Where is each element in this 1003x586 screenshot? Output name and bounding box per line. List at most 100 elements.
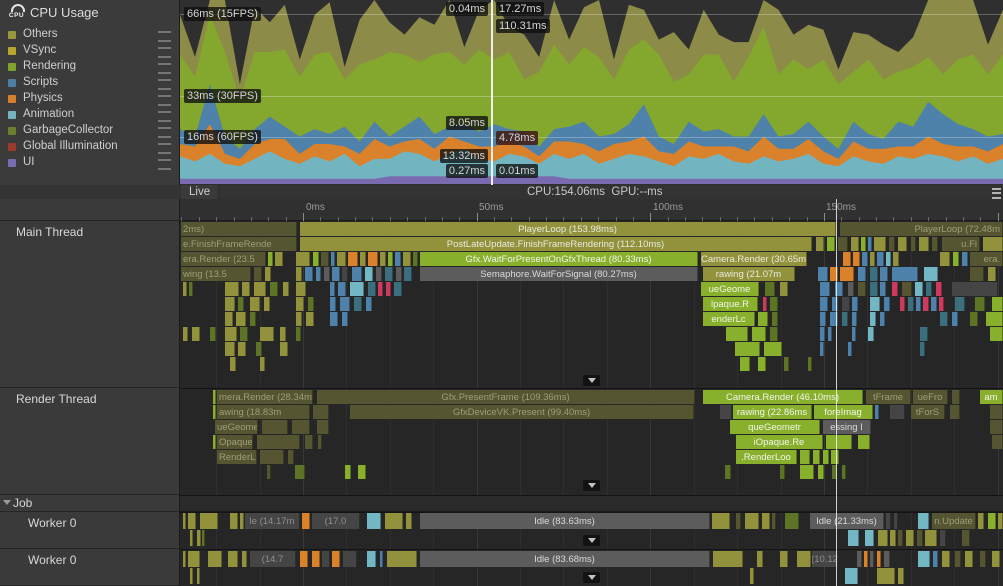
profiler-span[interactable]	[385, 513, 403, 529]
profiler-span[interactable]	[225, 282, 239, 296]
profiler-span[interactable]	[288, 450, 294, 464]
profiler-span[interactable]	[890, 530, 896, 546]
profiler-span[interactable]	[920, 342, 925, 356]
expand-arrow-button[interactable]	[583, 480, 600, 491]
profiler-span[interactable]: tForS	[911, 405, 945, 419]
timeline-track-area[interactable]: 0ms50ms100ms150ms2ms)PlayerLoop (153.98m…	[180, 199, 1003, 586]
profiler-span[interactable]: enderLc	[703, 312, 755, 326]
profiler-span[interactable]	[884, 297, 890, 311]
profiler-span[interactable]	[368, 282, 376, 296]
profiler-span[interactable]: Semaphore.WaitForSignal (80.27ms)	[420, 267, 698, 281]
profiler-span[interactable]	[962, 252, 968, 266]
profiler-span[interactable]	[898, 530, 903, 546]
profiler-span[interactable]	[762, 513, 770, 529]
profiler-span[interactable]	[305, 267, 313, 281]
profiler-span[interactable]	[758, 312, 768, 326]
profiler-span[interactable]	[200, 513, 218, 529]
profiler-span[interactable]	[877, 551, 881, 567]
profiler-span[interactable]	[332, 551, 340, 567]
profiler-span[interactable]	[337, 252, 346, 266]
profiler-span[interactable]	[892, 267, 918, 281]
profiler-span[interactable]	[785, 513, 799, 529]
profiler-span[interactable]	[820, 312, 826, 326]
profiler-span[interactable]	[257, 435, 300, 449]
profiler-span[interactable]	[210, 327, 216, 341]
profiler-span[interactable]	[886, 513, 891, 529]
selected-frame-line[interactable]	[491, 0, 493, 185]
profiler-span[interactable]	[992, 297, 1003, 311]
profiler-span[interactable]: Camera.Render (30.65m	[701, 252, 807, 266]
profiler-span[interactable]	[870, 252, 875, 266]
profiler-span[interactable]	[894, 513, 898, 529]
profiler-span[interactable]	[953, 252, 959, 266]
profiler-span[interactable]	[230, 357, 236, 371]
profiler-span[interactable]	[848, 282, 854, 296]
profiler-span[interactable]	[870, 267, 878, 281]
profiler-span[interactable]	[838, 237, 848, 251]
profiler-span[interactable]	[313, 252, 319, 266]
profiler-span[interactable]: u.Fi	[942, 237, 980, 251]
profiler-span[interactable]	[280, 342, 288, 356]
profiler-span[interactable]	[330, 282, 335, 296]
profiler-span[interactable]	[764, 342, 782, 356]
profiler-span[interactable]	[306, 312, 314, 326]
profiler-span[interactable]	[296, 312, 302, 326]
profiler-span[interactable]	[861, 237, 866, 251]
profiler-span[interactable]: PostLateUpdate.FinishFrameRendering (112…	[300, 237, 812, 251]
profiler-span[interactable]	[800, 465, 814, 479]
profiler-span[interactable]	[970, 267, 984, 281]
profiler-span[interactable]	[988, 267, 996, 281]
legend-item[interactable]: Rendering	[0, 59, 179, 75]
profiler-span[interactable]	[990, 420, 1003, 434]
profiler-span[interactable]	[242, 551, 247, 567]
profiler-span[interactable]	[312, 551, 320, 567]
profiler-span[interactable]: era.Render (23.5	[181, 252, 266, 266]
profiler-span[interactable]	[875, 405, 879, 419]
profiler-span[interactable]	[780, 282, 788, 296]
profiler-span[interactable]: 2ms)	[181, 222, 297, 236]
profiler-span[interactable]: Idle (83.68ms)	[420, 551, 710, 567]
profiler-span[interactable]	[911, 237, 916, 251]
profiler-span[interactable]	[990, 327, 1003, 341]
profiler-span[interactable]	[831, 450, 839, 464]
profiler-span[interactable]	[225, 327, 237, 341]
profiler-span[interactable]	[260, 357, 265, 371]
profiler-span[interactable]	[183, 282, 187, 296]
profiler-span[interactable]	[343, 551, 357, 567]
profiler-span[interactable]: iOpaque.Re	[736, 435, 823, 449]
profiler-span[interactable]	[305, 435, 313, 449]
profiler-span[interactable]	[225, 312, 233, 326]
profiler-span[interactable]	[270, 282, 278, 296]
profiler-span[interactable]	[772, 312, 778, 326]
legend-item[interactable]: GarbageCollector	[0, 123, 179, 139]
profiler-span[interactable]: rawing (22.86ms	[733, 405, 812, 419]
profiler-span[interactable]	[898, 237, 907, 251]
profiler-span[interactable]	[851, 237, 859, 251]
profiler-span[interactable]	[720, 405, 732, 419]
profiler-span[interactable]: Gfx.PresentFrame (109.36ms)	[317, 390, 695, 404]
profiler-span[interactable]	[983, 237, 1003, 251]
profiler-span[interactable]	[713, 551, 743, 567]
profiler-span[interactable]	[225, 342, 235, 356]
profiler-span[interactable]	[758, 357, 766, 371]
profiler-span[interactable]	[978, 513, 984, 529]
time-ruler[interactable]: 0ms50ms100ms150ms	[180, 199, 1003, 221]
profiler-span[interactable]	[230, 513, 238, 529]
profiler-span[interactable]	[886, 252, 891, 266]
profiler-span[interactable]	[926, 282, 932, 296]
profiler-span[interactable]	[988, 513, 996, 529]
profiler-span[interactable]	[992, 551, 1000, 567]
main-thread-label-cell[interactable]: Main Thread	[0, 221, 179, 388]
profiler-span[interactable]	[952, 390, 960, 404]
profiler-span[interactable]	[189, 282, 193, 296]
profiler-span[interactable]	[874, 237, 886, 251]
profiler-span[interactable]	[213, 390, 216, 404]
profiler-span[interactable]: (17.0	[312, 513, 360, 529]
profiler-span[interactable]: foreImag	[814, 405, 873, 419]
profiler-span[interactable]	[820, 297, 828, 311]
profiler-span[interactable]	[892, 282, 898, 296]
profiler-span[interactable]	[932, 237, 938, 251]
profiler-span[interactable]	[250, 297, 260, 311]
legend-item[interactable]: Others	[0, 27, 179, 43]
legend-drag-handle-icon[interactable]	[158, 79, 171, 90]
